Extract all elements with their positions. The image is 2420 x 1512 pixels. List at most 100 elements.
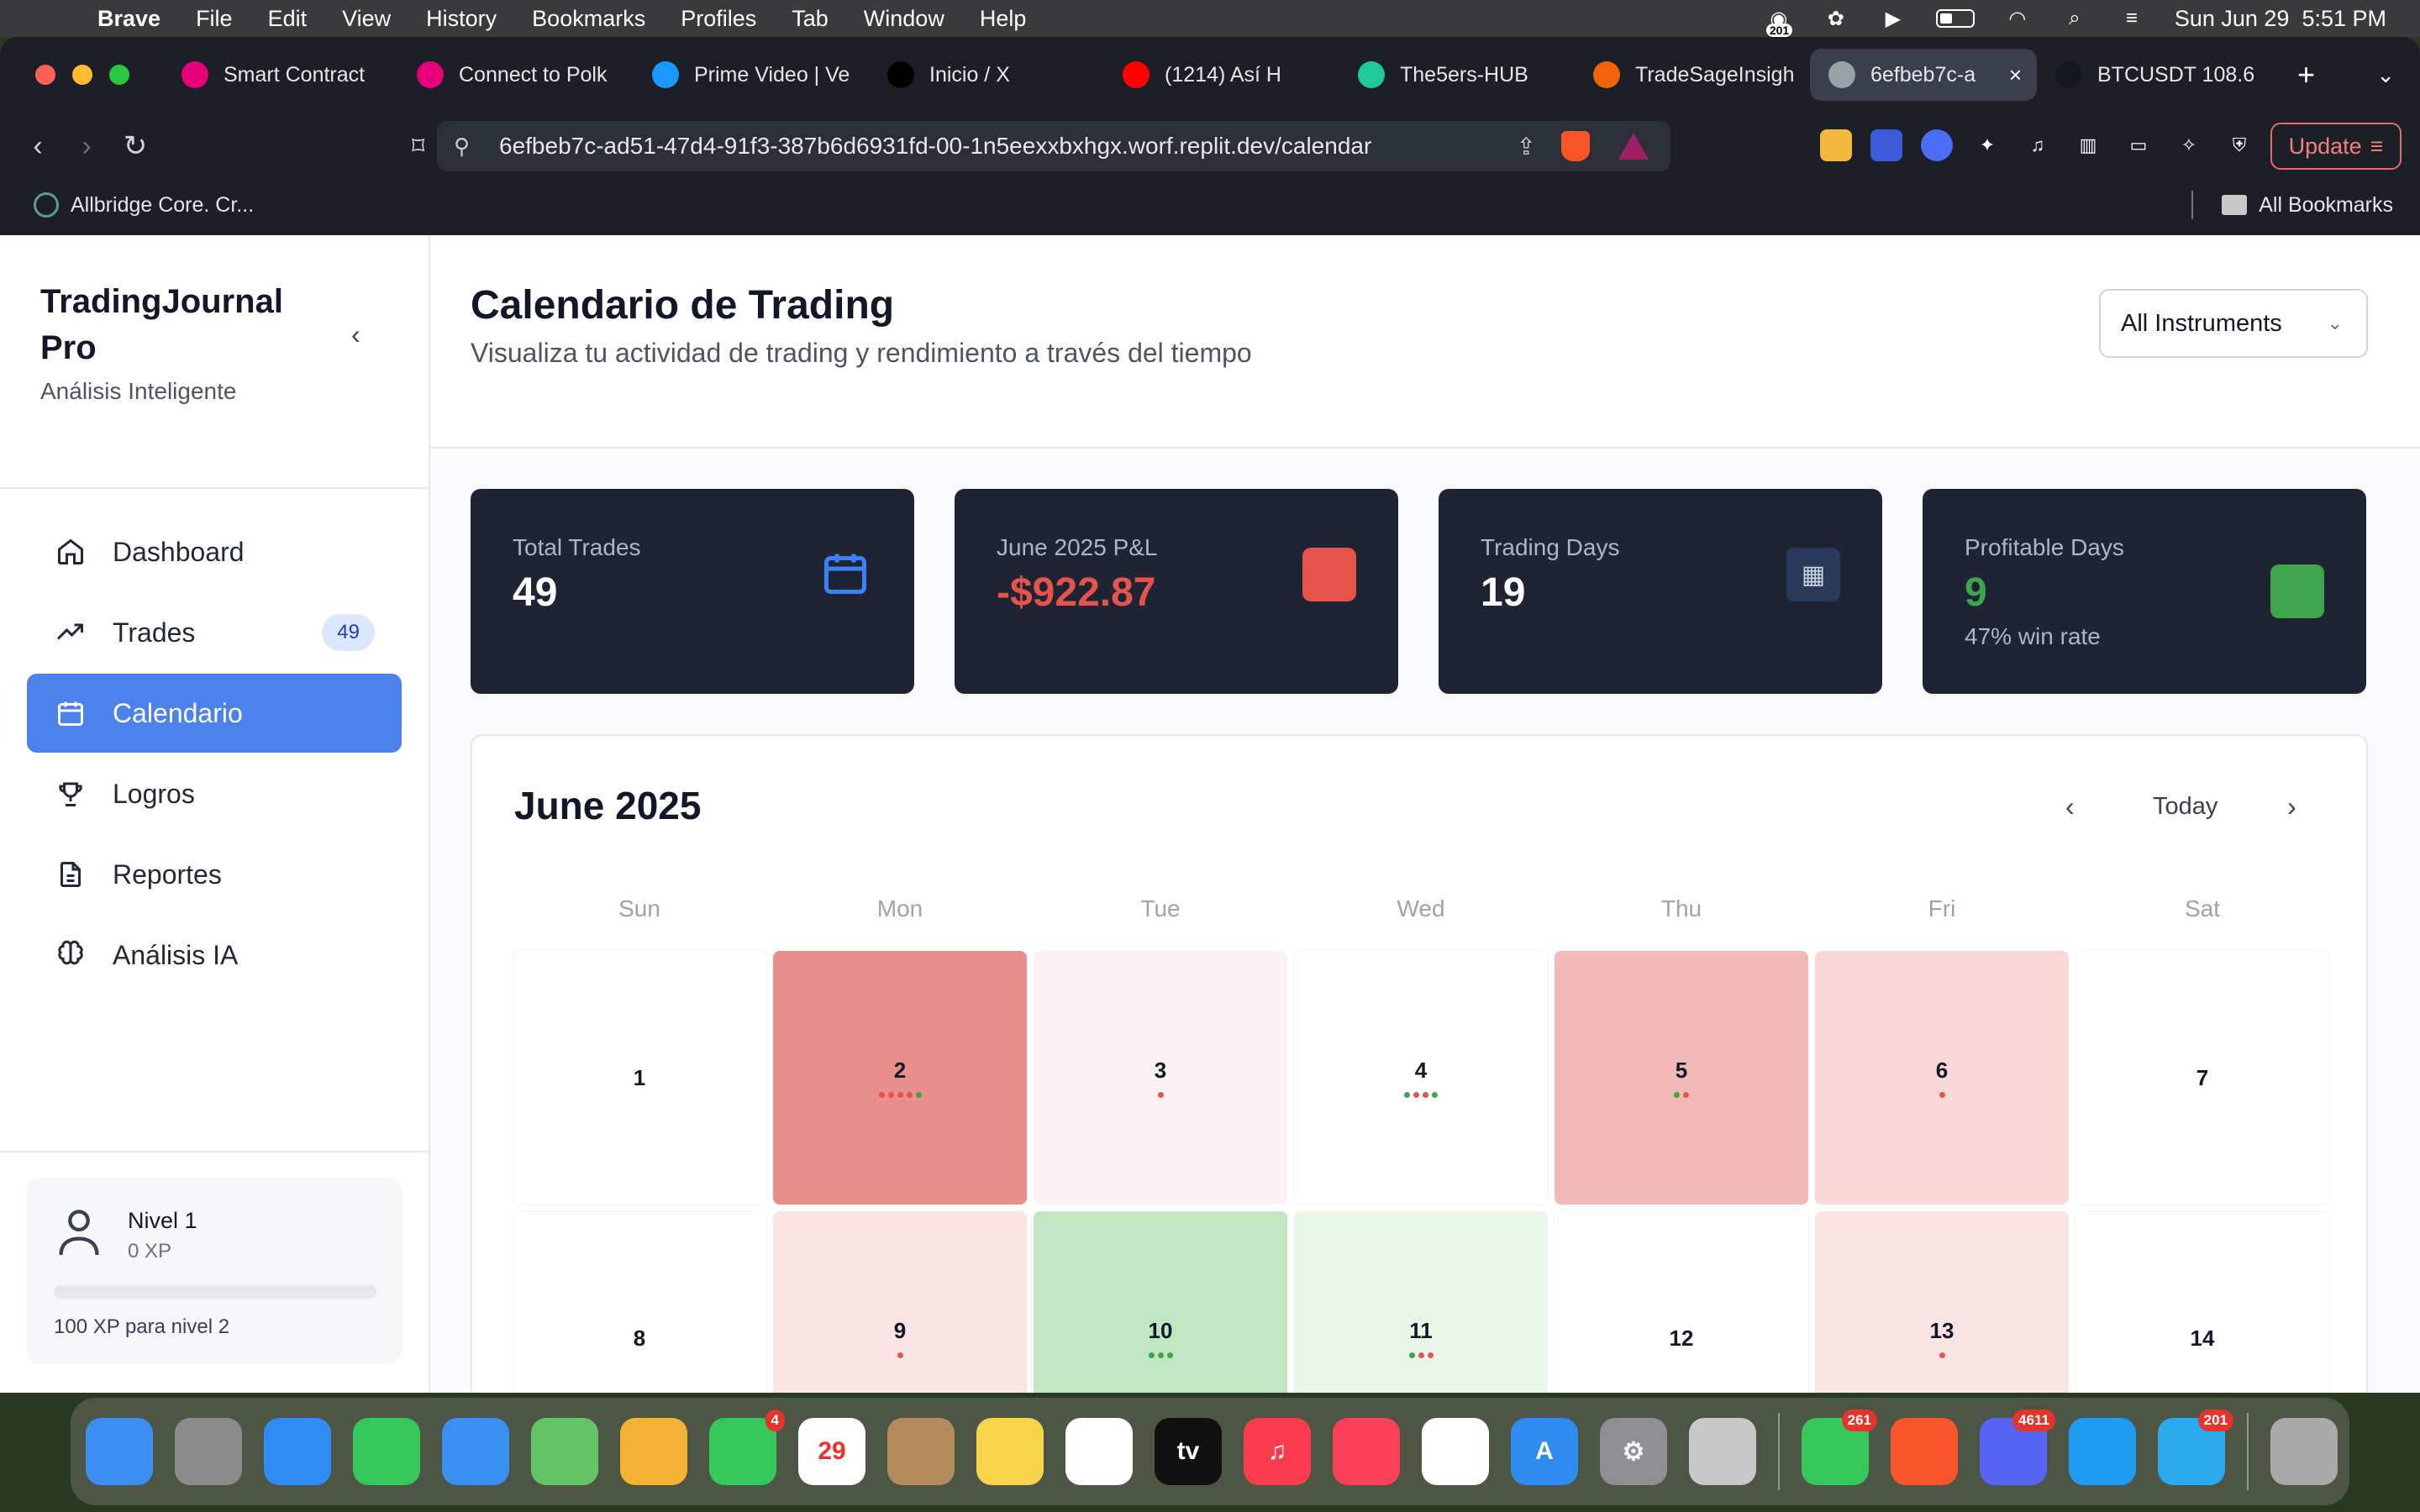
browser-tab[interactable]: BTCUSDT 108.6 — [2037, 49, 2272, 101]
calendar-day[interactable]: 12 — [1555, 1211, 1808, 1393]
spotlight-search-icon[interactable]: ⌕ — [2060, 7, 2089, 30]
messages-icon[interactable] — [353, 1418, 420, 1485]
facetime-icon[interactable]: 4 — [709, 1410, 785, 1485]
update-button[interactable]: Update ≡ — [2270, 123, 2402, 170]
instrument-select[interactable]: All Instruments ⌄ — [2099, 289, 2368, 358]
menu-history[interactable]: History — [426, 6, 497, 32]
iphone-mirroring-icon[interactable] — [1689, 1418, 1756, 1485]
zoom-window-button[interactable] — [109, 65, 129, 85]
minimize-window-button[interactable] — [72, 65, 92, 85]
bookmark-allbridge[interactable]: Allbridge Core. Cr... — [34, 192, 254, 218]
calendar-day[interactable]: 2 — [773, 951, 1027, 1205]
sidebar-item-dashboard[interactable]: Dashboard — [27, 512, 402, 591]
calendar-day[interactable]: 13 — [1815, 1211, 2069, 1393]
sidebar-item-trades[interactable]: Trades 49 — [27, 593, 402, 672]
sidebar-item-analisis-ia[interactable]: Análisis IA — [27, 916, 402, 995]
browser-tab[interactable]: 6efbeb7c-a × — [1810, 49, 2037, 101]
menu-tab[interactable]: Tab — [792, 6, 829, 32]
address-bar[interactable]: ⚲ 6efbeb7c-ad51-47d4-91f3-387b6d6931fd-0… — [437, 121, 1670, 171]
brave-rewards-icon[interactable] — [1618, 133, 1649, 160]
brave-shields-icon[interactable] — [1561, 131, 1590, 161]
menu-app-name[interactable]: Brave — [97, 6, 160, 32]
brave-icon[interactable] — [1891, 1418, 1958, 1485]
telegram-icon[interactable]: 201 — [2158, 1410, 2233, 1485]
menu-file[interactable]: File — [196, 6, 233, 32]
calendar-day[interactable]: 11 — [1294, 1211, 1548, 1393]
music-icon[interactable]: ♫ — [2022, 129, 2054, 161]
menubar-clock[interactable]: Sun Jun 29 5:51 PM — [2175, 6, 2386, 32]
close-tab-icon[interactable]: × — [2009, 62, 2022, 88]
play-icon[interactable]: ▶ — [1879, 7, 1907, 30]
battery-icon[interactable] — [1935, 9, 1975, 28]
calendar-day[interactable]: 1 — [513, 951, 766, 1205]
wifi-icon[interactable]: ◠ — [2003, 7, 2032, 30]
sidebar-item-calendario[interactable]: Calendario — [27, 674, 402, 753]
browser-tab[interactable]: Inicio / X — [869, 49, 1104, 101]
wallet-icon[interactable]: ▭ — [2123, 129, 2154, 161]
browser-tab[interactable]: The5ers-HUB — [1339, 49, 1575, 101]
extension-icon-1[interactable] — [1820, 129, 1852, 161]
control-center-icon[interactable]: ≡ — [2118, 7, 2146, 30]
calendar-day[interactable]: 10 — [1034, 1211, 1287, 1393]
vpn-icon[interactable]: ⛨ — [2223, 129, 2255, 161]
app-store-icon[interactable]: A — [1511, 1418, 1578, 1485]
discord-icon[interactable]: 4611 — [1980, 1410, 2055, 1485]
apple-tv-icon[interactable]: tv — [1155, 1418, 1222, 1485]
new-tab-button[interactable]: + — [2297, 57, 2315, 92]
leo-ai-icon[interactable]: ✧ — [2173, 129, 2205, 161]
sidebar-toggle-icon[interactable]: ▥ — [2072, 129, 2104, 161]
next-month-chevron-icon[interactable]: › — [2287, 791, 2296, 822]
menu-help[interactable]: Help — [980, 6, 1027, 32]
music-icon[interactable]: ♫ — [1244, 1418, 1311, 1485]
calendar-day[interactable]: 5 — [1555, 951, 1808, 1205]
system-settings-icon[interactable]: ⚙ — [1600, 1418, 1667, 1485]
browser-tab[interactable]: Smart Contract — [163, 49, 398, 101]
extension-icon-3[interactable] — [1921, 129, 1953, 161]
today-button[interactable]: Today — [2153, 793, 2217, 821]
notification-icon[interactable]: ◉ 201 — [1765, 7, 1793, 37]
contacts-icon[interactable] — [887, 1418, 955, 1485]
close-window-button[interactable] — [35, 65, 55, 85]
calendar-day[interactable]: 14 — [2075, 1211, 2329, 1393]
chatgpt-icon[interactable]: ✿ — [1822, 7, 1850, 30]
vscode-icon[interactable] — [2069, 1418, 2136, 1485]
reminders-icon[interactable] — [1422, 1418, 1489, 1485]
mail-icon[interactable] — [442, 1418, 509, 1485]
extensions-puzzle-icon[interactable]: ✦ — [1971, 129, 2003, 161]
safari-icon[interactable] — [264, 1418, 331, 1485]
back-button[interactable]: ‹ — [13, 130, 62, 163]
url-text[interactable]: 6efbeb7c-ad51-47d4-91f3-387b6d6931fd-00-… — [499, 133, 1371, 160]
whatsapp-icon[interactable]: 261 — [1802, 1410, 1877, 1485]
calendar-day[interactable]: 7 — [2075, 951, 2329, 1205]
previous-month-chevron-icon[interactable]: ‹ — [2065, 791, 2075, 822]
share-icon[interactable]: ⇪ — [1517, 133, 1536, 160]
maps-icon[interactable] — [531, 1418, 598, 1485]
menu-profiles[interactable]: Profiles — [681, 6, 756, 32]
menu-view[interactable]: View — [342, 6, 391, 32]
extension-icon-2[interactable] — [1870, 129, 1902, 161]
sidebar-item-logros[interactable]: Logros — [27, 754, 402, 833]
site-settings-icon[interactable]: ⚲ — [454, 134, 487, 160]
photos-icon[interactable] — [620, 1418, 687, 1485]
browser-tab[interactable]: Prime Video | Ve — [634, 49, 869, 101]
news-icon[interactable] — [1333, 1418, 1400, 1485]
forward-button[interactable]: › — [62, 130, 111, 163]
all-bookmarks-button[interactable]: All Bookmarks — [2222, 193, 2393, 218]
notes-icon[interactable] — [976, 1418, 1044, 1485]
reload-button[interactable]: ↻ — [111, 129, 160, 163]
calendar-day[interactable]: 9 — [773, 1211, 1027, 1393]
menu-bookmarks[interactable]: Bookmarks — [532, 6, 645, 32]
menu-edit[interactable]: Edit — [268, 6, 308, 32]
menu-window[interactable]: Window — [864, 6, 944, 32]
browser-tab[interactable]: TradeSageInsigh — [1575, 49, 1810, 101]
calendar-day[interactable]: 3 — [1034, 951, 1287, 1205]
finder-icon[interactable] — [86, 1418, 153, 1485]
collapse-sidebar-chevron-icon[interactable]: ‹ — [351, 319, 360, 350]
calendar-day[interactable]: 8 — [513, 1211, 766, 1393]
trash-icon[interactable] — [2270, 1418, 2338, 1485]
browser-tab[interactable]: Connect to Polk — [398, 49, 634, 101]
calendar-day[interactable]: 6 — [1815, 951, 2069, 1205]
tab-list-chevron-icon[interactable]: ⌄ — [2376, 62, 2395, 88]
browser-tab[interactable]: (1214) Así H — [1104, 49, 1339, 101]
sidebar-item-reportes[interactable]: Reportes — [27, 835, 402, 914]
